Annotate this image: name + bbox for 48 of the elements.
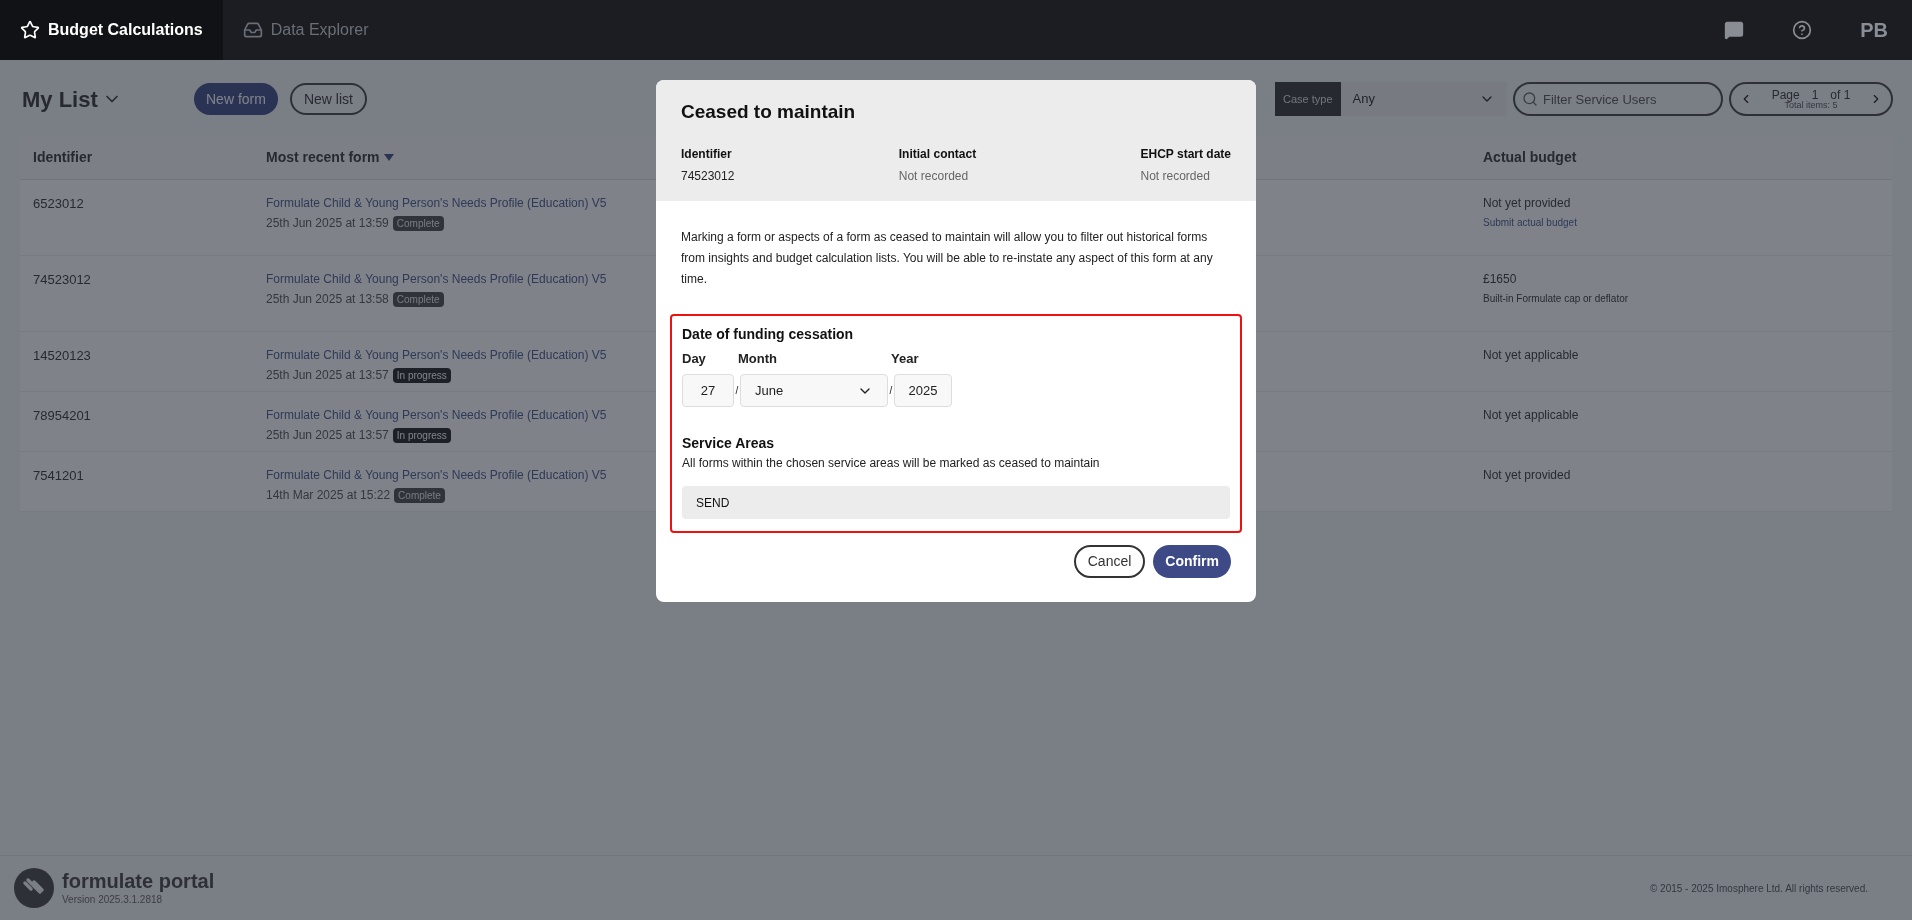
month-label: Month <box>738 349 778 368</box>
form-date: 25th Jun 2025 at 13:58 <box>266 291 389 308</box>
status-badge: Complete <box>392 291 444 307</box>
status-badge: Complete <box>392 215 444 231</box>
case-type-value: Any <box>1352 90 1375 109</box>
total-items: Total items: 5 <box>1784 100 1838 110</box>
page-number: 1 <box>1811 88 1819 101</box>
year-label: Year <box>891 349 919 368</box>
case-type-label: Case type <box>1275 82 1341 116</box>
form-date: 14th Mar 2025 at 15:22 <box>266 487 391 504</box>
form-date: 25th Jun 2025 at 13:57 <box>266 367 389 384</box>
version-text: Version 2025.3.1.2818 <box>62 894 164 907</box>
status-badge: In progress <box>392 367 451 383</box>
column-header: Actual budget <box>1483 148 1577 167</box>
copyright-text: © 2015 - 2025 Imosphere Ltd. All rights reserved. <box>1649 881 1869 896</box>
meta-label: Identifier <box>681 145 733 163</box>
identifier-cell-text: 14520123 <box>32 347 92 365</box>
meta-value: Not recorded <box>898 167 970 185</box>
meta-label: EHCP start date <box>1140 145 1231 163</box>
section-hint: All forms within the chosen service areas will be marked as ceased to maintain <box>682 455 1101 472</box>
meta-value: Not recorded <box>1140 167 1211 185</box>
budget-cell-text: Not yet provided <box>1483 467 1571 484</box>
form-date: 25th Jun 2025 at 13:59 <box>266 215 389 232</box>
form-date: 25th Jun 2025 at 13:57 <box>266 427 389 444</box>
identifier-cell-text: 6523012 <box>32 195 85 213</box>
section-title: Service Areas <box>682 434 776 453</box>
identifier-cell-text: 7541201 <box>32 467 85 485</box>
day-label: Day <box>682 349 707 368</box>
meta-label: Initial contact <box>898 145 977 163</box>
budget-cell-text: Not yet provided <box>1483 195 1572 212</box>
date-separator: / <box>734 384 740 398</box>
identifier-cell-text: 74523012 <box>32 271 92 289</box>
identifier-cell-text: 78954201 <box>32 407 92 425</box>
status-badge: Complete <box>394 487 445 503</box>
dialog-description: Marking a form or aspects of a form as ceased to maintain will allow you to filter out historical forms from insights and budget calculation lists. You will be able to re-instate any aspect of this form at any time. <box>681 228 1214 288</box>
page-count: of 1 <box>1830 88 1851 101</box>
budget-cell-text: Not yet applicable <box>1483 347 1579 364</box>
column-header: Identifier <box>32 148 94 167</box>
meta-value: 74523012 <box>681 167 735 185</box>
budget-cell-text: £1650 <box>1483 271 1518 288</box>
status-badge: In progress <box>392 427 451 443</box>
page-label: Page <box>1771 88 1800 101</box>
dialog-title: Ceased to maintain <box>681 100 857 124</box>
budget-note: Built-in Formulate cap or deflator <box>1483 292 1629 306</box>
section-title: Date of funding cessation <box>682 324 855 344</box>
date-separator: / <box>888 384 894 398</box>
budget-cell-text: Not yet applicable <box>1483 407 1579 424</box>
product-name: formulate portal <box>62 869 215 895</box>
